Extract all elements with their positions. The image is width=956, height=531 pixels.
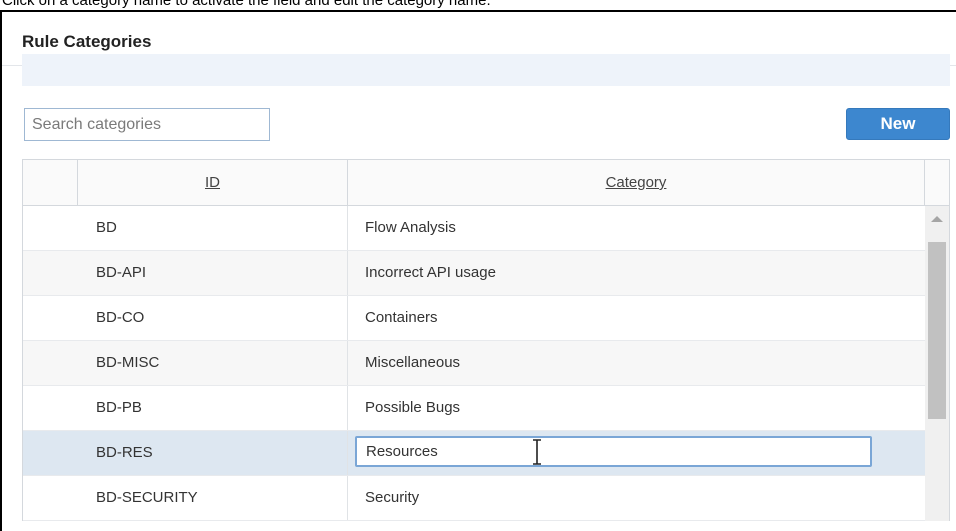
vertical-scrollbar[interactable] bbox=[925, 206, 949, 521]
text-cursor-icon bbox=[533, 439, 541, 465]
search-input[interactable] bbox=[24, 108, 270, 141]
table-header: ID Category bbox=[23, 160, 949, 206]
table-row[interactable]: BD-CO Containers bbox=[23, 296, 925, 341]
id-cell: BD-PB bbox=[78, 386, 348, 430]
table-row[interactable]: BD-SECURITY Security bbox=[23, 476, 925, 521]
instruction-text: Click on a category name to activate the… bbox=[2, 0, 491, 9]
new-button[interactable]: New bbox=[846, 108, 950, 140]
info-bar bbox=[22, 54, 950, 86]
category-cell[interactable]: Miscellaneous bbox=[348, 341, 925, 385]
id-cell: BD bbox=[78, 206, 348, 250]
category-edit-input[interactable] bbox=[355, 436, 872, 467]
scrollbar-thumb[interactable] bbox=[928, 242, 946, 419]
category-cell[interactable]: Flow Analysis bbox=[348, 206, 925, 250]
id-cell: BD-CO bbox=[78, 296, 348, 340]
id-cell: BD-MISC bbox=[78, 341, 348, 385]
category-cell[interactable]: Security bbox=[348, 476, 925, 520]
id-cell: BD-RES bbox=[78, 431, 348, 475]
id-cell: BD-SECURITY bbox=[78, 476, 348, 520]
table-row-selected[interactable]: BD-RES bbox=[23, 431, 925, 476]
table-body: BD Flow Analysis BD-API Incorrect API us… bbox=[23, 206, 925, 521]
category-cell[interactable]: Possible Bugs bbox=[348, 386, 925, 430]
table-row[interactable]: BD Flow Analysis bbox=[23, 206, 925, 251]
id-cell: BD-API bbox=[78, 251, 348, 295]
table-row[interactable]: BD-API Incorrect API usage bbox=[23, 251, 925, 296]
panel-title: Rule Categories bbox=[22, 32, 152, 51]
id-column-header[interactable]: ID bbox=[78, 160, 348, 205]
categories-table: ID Category BD Flow Analysis BD-API Inco… bbox=[22, 159, 950, 521]
category-column-header[interactable]: Category bbox=[348, 160, 925, 205]
category-cell[interactable]: Containers bbox=[348, 296, 925, 340]
select-column-header bbox=[23, 160, 78, 205]
table-row[interactable]: BD-MISC Miscellaneous bbox=[23, 341, 925, 386]
table-row[interactable]: BD-PB Possible Bugs bbox=[23, 386, 925, 431]
category-cell[interactable]: Incorrect API usage bbox=[348, 251, 925, 295]
scroll-up-arrow-icon[interactable] bbox=[931, 216, 943, 222]
